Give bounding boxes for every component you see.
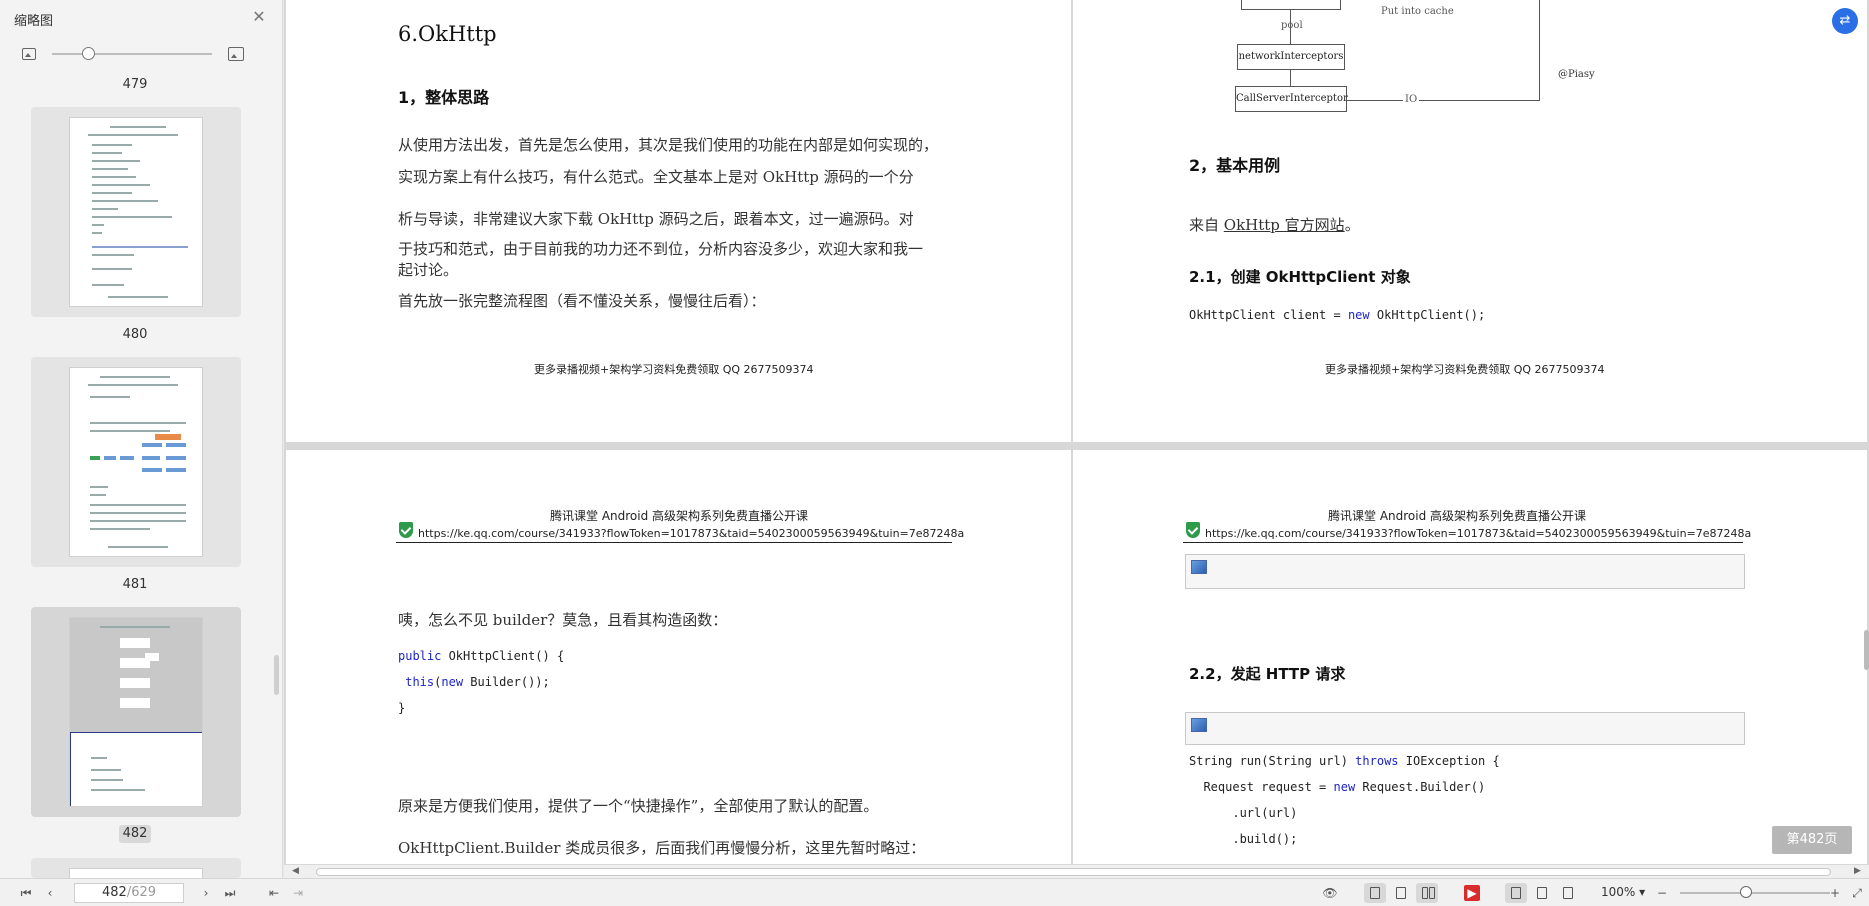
paragraph-line: 起讨论。: [398, 261, 459, 279]
page-header-url[interactable]: https://ke.qq.com/course/341933?flowToke…: [1205, 527, 1751, 540]
network-interceptors-box: networkInterceptors: [1237, 44, 1345, 70]
cache-label: Put into cache: [1381, 6, 1454, 17]
code-line: Request request = new Request.Builder(): [1189, 780, 1486, 794]
slider-knob[interactable]: [82, 47, 95, 60]
zoom-slider-knob[interactable]: [1740, 886, 1752, 898]
zoom-out-icon[interactable]: −: [1654, 885, 1670, 901]
next-page-icon[interactable]: ›: [198, 885, 214, 901]
page-header-title: 腾讯课堂 Android 高级架构系列免费直播公开课: [1328, 509, 1587, 523]
large-image-icon[interactable]: [228, 47, 244, 61]
call-server-interceptor-box: CallServerInterceptor: [1235, 86, 1348, 112]
page-number-input[interactable]: 482/629: [74, 883, 184, 903]
paragraph-line: 咦，怎么不见 builder？莫急，且看其构造函数：: [398, 611, 728, 629]
section-heading: 2，基本用例: [1189, 156, 1281, 175]
close-icon[interactable]: ✕: [250, 8, 268, 26]
page-top-left: 6.OkHttp 1，整体思路 从使用方法出发，首先是怎么使用，其次是我们使用的…: [286, 0, 1071, 442]
thumbnail-480[interactable]: [31, 107, 241, 317]
page-indicator-badge: 第482页: [1772, 826, 1852, 854]
thumbnail-page: [69, 117, 203, 307]
header-rule: [396, 542, 952, 543]
official-site-link[interactable]: OkHttp 官方网站: [1224, 216, 1345, 234]
thumbnail-482-active[interactable]: [31, 607, 241, 817]
header-rule: [1183, 542, 1743, 543]
code-line: this(new Builder());: [405, 675, 550, 689]
page-footer: 更多录播视频+架构学习资料免费领取 QQ 2677509374: [1325, 363, 1605, 376]
paragraph-line: 实现方案上有什么技巧，有什么范式。全文基本上是对 OkHttp 源码的一个分: [398, 168, 914, 186]
code-line: String run(String url) throws IOExceptio…: [1189, 754, 1500, 768]
image-placeholder: [1185, 554, 1745, 589]
source-line: 来自 OkHttp 官方网站。: [1189, 216, 1360, 234]
document-view[interactable]: 6.OkHttp 1，整体思路 从使用方法出发，首先是怎么使用，其次是我们使用的…: [284, 0, 1869, 864]
thumbnail-481[interactable]: [31, 357, 241, 567]
subsection-heading: 2.1，创建 OkHttpClient 对象: [1189, 268, 1411, 286]
page-bottom-right: 腾讯课堂 Android 高级架构系列免费直播公开课 https://ke.qq…: [1073, 450, 1867, 864]
zoom-level-dropdown[interactable]: 100% ▾: [1601, 885, 1645, 899]
thumbnail-sidebar: 缩略图 ✕ 479 480 481 482: [0, 0, 283, 888]
fit-width-button[interactable]: [1557, 883, 1579, 903]
actual-size-button[interactable]: [1505, 883, 1527, 903]
sidebar-scrollbar[interactable]: [274, 655, 279, 695]
thumbnail-483[interactable]: [31, 858, 241, 888]
go-back-icon[interactable]: ⇤: [266, 885, 282, 901]
code-line: }: [398, 701, 406, 715]
go-forward-icon[interactable]: ⇥: [290, 885, 306, 901]
thumb-page-number: 479: [122, 77, 148, 92]
page-bottom-left: 腾讯课堂 Android 高级架构系列免费直播公开课 https://ke.qq…: [286, 450, 1071, 864]
status-bar: ⏮ ‹ 482/629 › ⏭ ⇤ ⇥ 👁 ▶ 100% ▾ − + ⤢: [0, 878, 1869, 906]
subsection-heading: 2.2，发起 HTTP 请求: [1189, 665, 1346, 683]
fullscreen-icon[interactable]: ⤢: [1849, 885, 1865, 901]
image-placeholder: [1185, 712, 1745, 745]
two-page-view-button[interactable]: [1416, 883, 1438, 903]
first-page-icon[interactable]: ⏮: [18, 885, 34, 901]
thumb-page-number: 481: [122, 577, 148, 592]
paragraph-line: 从使用方法出发，首先是怎么使用，其次是我们使用的功能在内部是如何实现的，: [398, 136, 939, 154]
code-line: OkHttpClient client = new OkHttpClient()…: [1189, 308, 1486, 322]
last-page-icon[interactable]: ⏭: [222, 885, 238, 901]
pool-label: pool: [1281, 20, 1303, 31]
verified-shield-icon: [1186, 522, 1200, 538]
page-footer: 更多录播视频+架构学习资料免费领取 QQ 2677509374: [534, 363, 814, 376]
scroll-right-icon[interactable]: ▶: [1854, 866, 1861, 876]
code-line: public OkHttpClient() {: [398, 649, 565, 663]
zoom-slider-track[interactable]: [1680, 892, 1830, 894]
zoom-in-icon[interactable]: +: [1827, 885, 1843, 901]
code-line: .build();: [1189, 832, 1298, 846]
vertical-scrollbar[interactable]: [1864, 630, 1869, 670]
prev-page-icon[interactable]: ‹: [42, 885, 58, 901]
intro-line: 首先放一张完整流程图（看不懂没关系，慢慢往后看）：: [398, 292, 766, 310]
page-header-title: 腾讯课堂 Android 高级架构系列免费直播公开课: [550, 509, 809, 523]
broken-image-icon: [1191, 718, 1207, 732]
sidebar-title: 缩略图: [14, 14, 54, 29]
slider-track[interactable]: [52, 53, 212, 55]
thumbnail-page: [69, 617, 203, 807]
fit-page-button[interactable]: [1531, 883, 1553, 903]
scroll-left-icon[interactable]: ◀: [292, 866, 299, 876]
paragraph-line: 于技巧和范式，由于目前我的功力还不到位，分析内容没多少，欢迎大家和我一: [398, 240, 924, 258]
paragraph-line: OkHttpClient.Builder 类成员很多，后面我们再慢慢分析，这里先…: [398, 839, 926, 857]
paragraph-line: 析与导读，非常建议大家下载 OkHttp 源码之后，跟着本文，过一遍源码。对: [398, 210, 914, 228]
thumbnail-page: [69, 367, 203, 557]
translate-assistant-icon[interactable]: ⇄: [1832, 8, 1858, 34]
broken-image-icon: [1191, 560, 1207, 574]
scrollbar-thumb[interactable]: [316, 868, 1831, 876]
thumbnail-size-slider[interactable]: [20, 44, 250, 64]
page-top-right: pool Put into cache networkInterceptors …: [1073, 0, 1867, 442]
section-heading: 1，整体思路: [398, 88, 490, 107]
continuous-view-button[interactable]: [1364, 883, 1386, 903]
play-slideshow-icon[interactable]: ▶: [1464, 885, 1480, 901]
eye-protection-icon[interactable]: 👁: [1322, 885, 1338, 901]
thumb-page-number: 480: [122, 327, 148, 342]
flow-box: [1241, 0, 1341, 10]
small-image-icon[interactable]: [22, 48, 36, 60]
page-heading: 6.OkHttp: [398, 22, 497, 46]
single-page-view-button[interactable]: [1390, 883, 1412, 903]
credit-label: @Piasy: [1558, 69, 1595, 80]
code-line: .url(url): [1189, 806, 1298, 820]
thumb-page-number-active: 482: [119, 825, 151, 843]
page-header-url[interactable]: https://ke.qq.com/course/341933?flowToke…: [418, 527, 964, 540]
io-label: IO: [1403, 94, 1420, 105]
verified-shield-icon: [399, 522, 413, 538]
horizontal-scrollbar[interactable]: ◀ ▶: [284, 864, 1869, 878]
paragraph-line: 原来是方便我们使用，提供了一个“快捷操作”，全部使用了默认的配置。: [398, 797, 879, 815]
